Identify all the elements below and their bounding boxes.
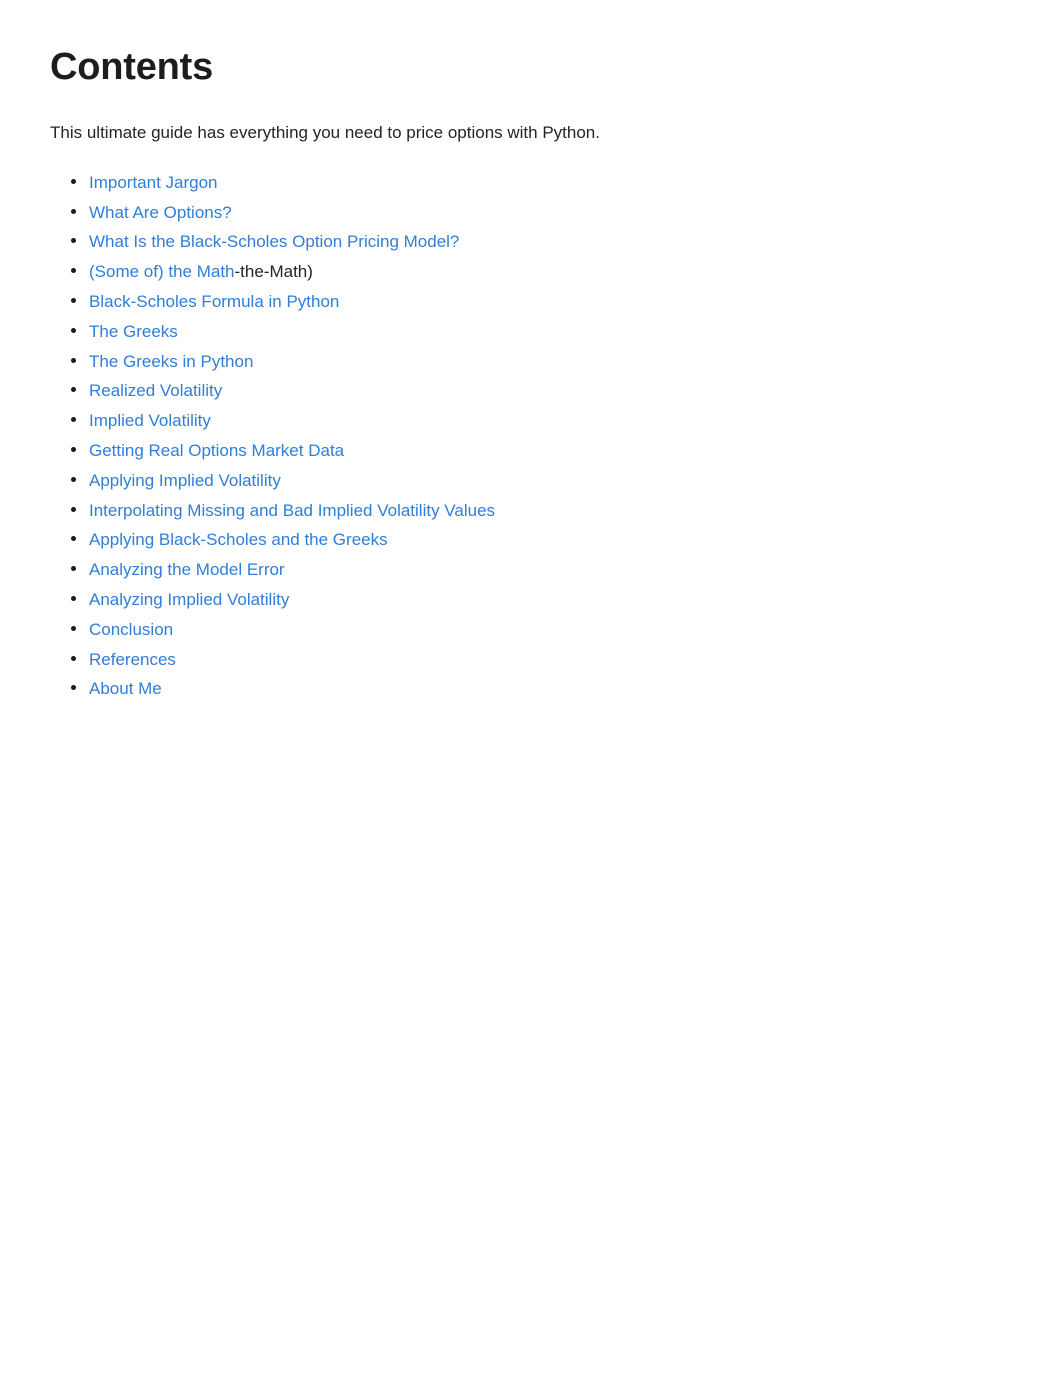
list-item: Implied Volatility bbox=[50, 406, 1012, 436]
toc-link[interactable]: Analyzing Implied Volatility bbox=[89, 590, 289, 609]
list-item: Conclusion bbox=[50, 615, 1012, 645]
toc-link[interactable]: About Me bbox=[89, 679, 162, 698]
bullet-icon bbox=[71, 238, 76, 244]
toc-link[interactable]: Applying Implied Volatility bbox=[89, 471, 281, 490]
list-item: Getting Real Options Market Data bbox=[50, 436, 1012, 466]
bullet-icon bbox=[71, 357, 76, 363]
toc-link[interactable]: What Are Options? bbox=[89, 203, 232, 222]
list-item: About Me bbox=[50, 674, 1012, 704]
bullet-icon bbox=[71, 536, 76, 542]
list-item: Black-Scholes Formula in Python bbox=[50, 287, 1012, 317]
bullet-icon bbox=[71, 208, 76, 214]
toc-link[interactable]: Applying Black-Scholes and the Greeks bbox=[89, 530, 388, 549]
bullet-icon bbox=[71, 566, 76, 572]
list-item: References bbox=[50, 645, 1012, 675]
toc-item-suffix: -the-Math) bbox=[234, 262, 313, 282]
page-title: Contents bbox=[50, 46, 214, 88]
bullet-icon bbox=[71, 417, 76, 423]
toc-link[interactable]: References bbox=[89, 650, 176, 669]
toc-link[interactable]: Conclusion bbox=[89, 620, 173, 639]
list-item: What Is the Black-Scholes Option Pricing… bbox=[50, 227, 1012, 257]
bullet-icon bbox=[71, 655, 76, 661]
list-item: Important Jargon bbox=[50, 168, 1012, 198]
list-item: (Some of) the Math-the-Math) bbox=[50, 257, 1012, 287]
list-item: Interpolating Missing and Bad Implied Vo… bbox=[50, 496, 1012, 526]
toc-link[interactable]: The Greeks bbox=[89, 322, 178, 341]
bullet-icon bbox=[71, 298, 76, 304]
list-item: The Greeks bbox=[50, 317, 1012, 347]
list-item: Analyzing Implied Volatility bbox=[50, 585, 1012, 615]
bullet-icon bbox=[71, 685, 76, 691]
list-item: Realized Volatility bbox=[50, 376, 1012, 406]
toc-link[interactable]: Black-Scholes Formula in Python bbox=[89, 292, 339, 311]
bullet-icon bbox=[71, 387, 76, 393]
intro-paragraph: This ultimate guide has everything you n… bbox=[50, 123, 600, 143]
toc-link[interactable]: Analyzing the Model Error bbox=[89, 560, 285, 579]
bullet-icon bbox=[71, 506, 76, 512]
toc-link[interactable]: Implied Volatility bbox=[89, 411, 211, 430]
bullet-icon bbox=[71, 625, 76, 631]
bullet-icon bbox=[71, 447, 76, 453]
list-item: Analyzing the Model Error bbox=[50, 555, 1012, 585]
bullet-icon bbox=[71, 596, 76, 602]
bullet-icon bbox=[71, 268, 76, 274]
bullet-icon bbox=[71, 178, 76, 184]
toc-link[interactable]: Realized Volatility bbox=[89, 381, 222, 400]
toc-link[interactable]: The Greeks in Python bbox=[89, 352, 253, 371]
list-item: Applying Implied Volatility bbox=[50, 466, 1012, 496]
list-item: What Are Options? bbox=[50, 198, 1012, 228]
list-item: Applying Black-Scholes and the Greeks bbox=[50, 525, 1012, 555]
toc-link[interactable]: (Some of) the Math bbox=[89, 262, 235, 281]
toc-link[interactable]: Important Jargon bbox=[89, 173, 218, 192]
document-page: Contents This ultimate guide has everyth… bbox=[0, 0, 1062, 1376]
bullet-icon bbox=[71, 327, 76, 333]
table-of-contents-list: Important Jargon What Are Options? What Is… bbox=[50, 146, 1012, 704]
bullet-icon bbox=[71, 476, 76, 482]
toc-link[interactable]: Getting Real Options Market Data bbox=[89, 441, 344, 460]
toc-link[interactable]: Interpolating Missing and Bad Implied Vo… bbox=[89, 501, 495, 520]
toc-link[interactable]: What Is the Black-Scholes Option Pricing… bbox=[89, 232, 459, 251]
list-item: The Greeks in Python bbox=[50, 347, 1012, 377]
